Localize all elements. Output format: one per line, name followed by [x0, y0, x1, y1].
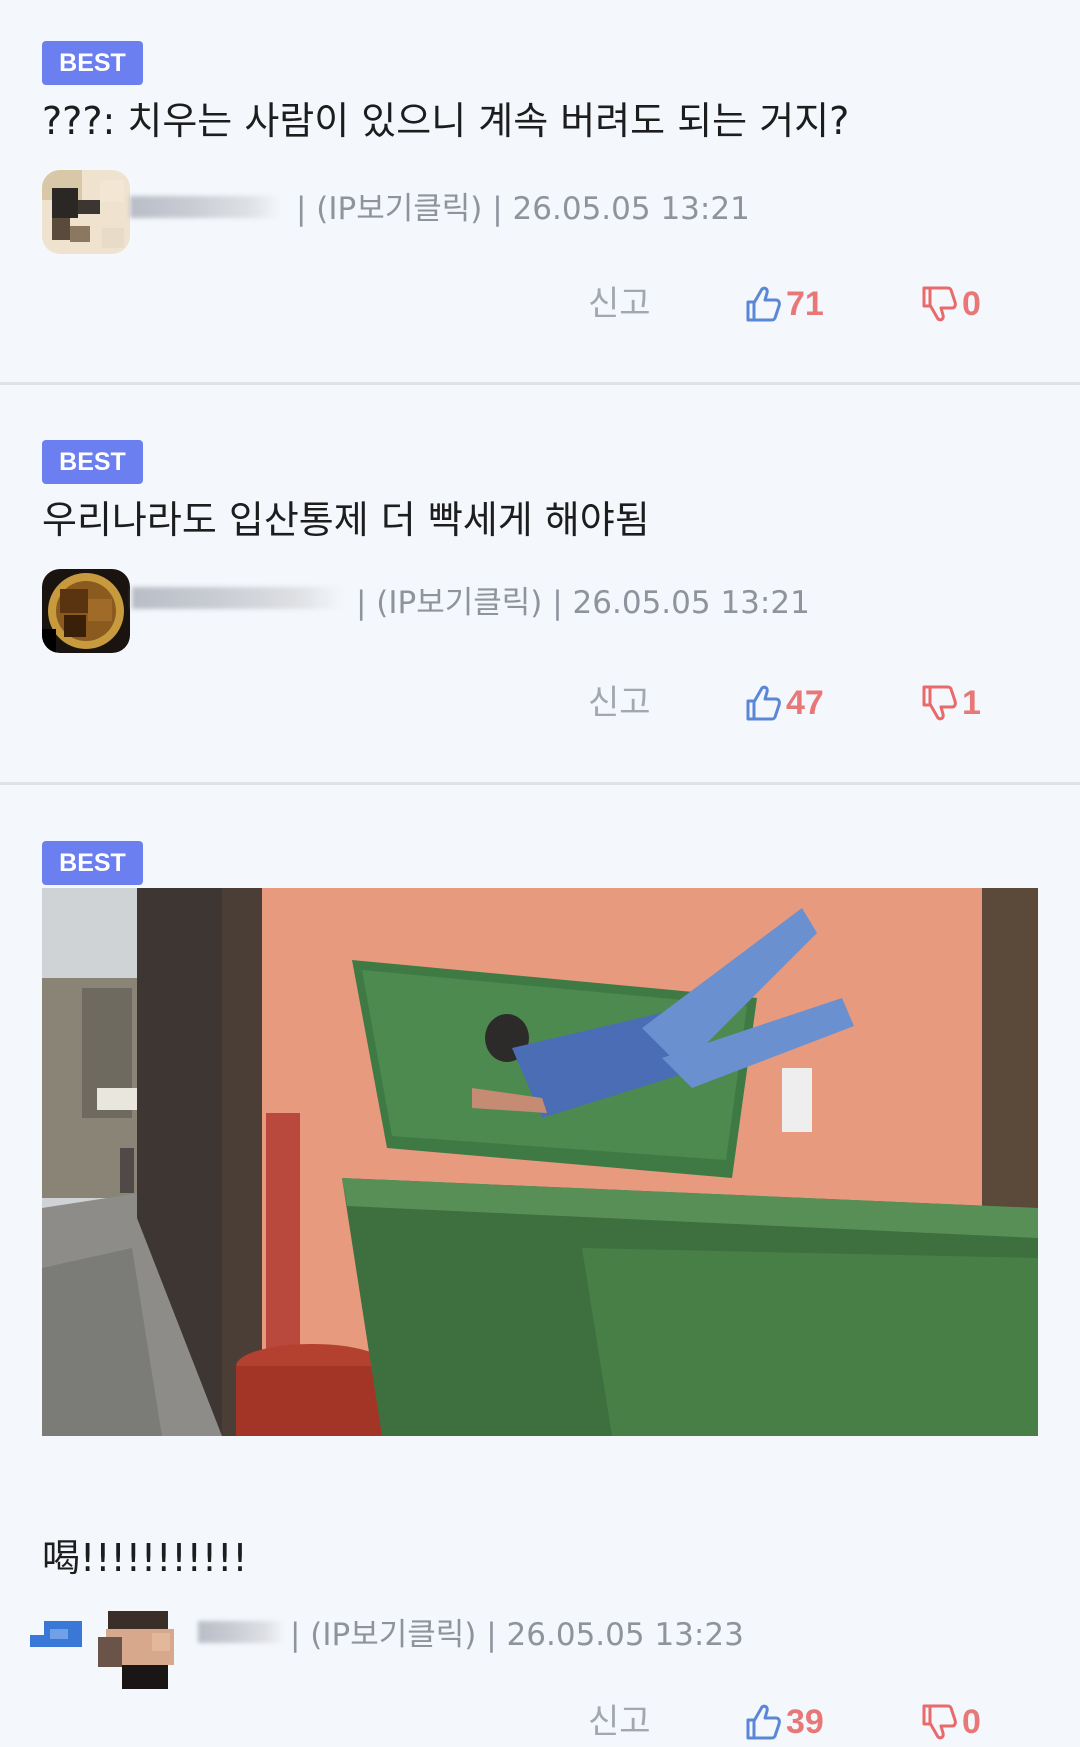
thumbs-down-icon	[922, 685, 957, 721]
comment-meta: | (IP보기클릭) | 26.05.05 13:21	[356, 585, 810, 621]
comment-text: 喝!!!!!!!!!!!	[42, 1536, 248, 1580]
like-button[interactable]: 39	[744, 1697, 824, 1747]
nickname-blurred[interactable]	[132, 587, 342, 609]
thumbs-down-icon	[922, 286, 957, 322]
nickname-blurred[interactable]	[130, 196, 280, 218]
best-badge: BEST	[42, 440, 143, 484]
report-button[interactable]: 신고	[588, 1697, 651, 1747]
thumbs-up-icon	[746, 685, 781, 721]
comment-text: ???: 치우는 사람이 있으니 계속 버려도 되는 거지?	[42, 99, 850, 143]
reply-arrow-icon	[30, 1621, 82, 1647]
dislike-button[interactable]: 0	[920, 279, 981, 329]
thumbs-down-icon	[922, 1704, 957, 1740]
comment-actions: 신고 39 0	[0, 1697, 1080, 1747]
comment-actions: 신고 71 0	[0, 279, 1080, 329]
like-count: 47	[786, 683, 824, 722]
like-count: 71	[786, 284, 824, 323]
report-button[interactable]: 신고	[588, 279, 651, 329]
comment-item: BEST 喝!!!!!!!!!!! | (IP보기클릭) | 26.05.05 …	[0, 785, 1080, 1742]
comment-meta: | (IP보기클릭) | 26.05.05 13:23	[290, 1617, 744, 1653]
avatar[interactable]	[98, 1605, 186, 1689]
comment-text: 우리나라도 입산통제 더 빡세게 해야됨	[42, 498, 650, 542]
comment-image[interactable]	[42, 888, 1038, 1436]
avatar[interactable]	[42, 170, 130, 254]
thumbs-up-icon	[746, 286, 781, 322]
avatar[interactable]	[42, 569, 130, 653]
best-badge: BEST	[42, 841, 143, 885]
dislike-count: 1	[962, 683, 981, 722]
dislike-button[interactable]: 1	[920, 678, 981, 728]
comment-item: BEST 우리나라도 입산통제 더 빡세게 해야됨 | (IP보기클릭) | 2…	[0, 385, 1080, 785]
comment-meta: | (IP보기클릭) | 26.05.05 13:21	[296, 191, 750, 227]
nickname-blurred[interactable]	[198, 1621, 284, 1643]
like-button[interactable]: 47	[744, 678, 824, 728]
dislike-count: 0	[962, 284, 981, 323]
best-badge: BEST	[42, 41, 143, 85]
like-button[interactable]: 71	[744, 279, 824, 329]
like-count: 39	[786, 1702, 824, 1741]
thumbs-up-icon	[746, 1704, 781, 1740]
dumpster-jump-image	[42, 888, 1038, 1436]
dislike-button[interactable]: 0	[920, 1697, 981, 1747]
report-button[interactable]: 신고	[588, 678, 651, 728]
comment-item: BEST ???: 치우는 사람이 있으니 계속 버려도 되는 거지? | (I…	[0, 0, 1080, 385]
comment-actions: 신고 47 1	[0, 678, 1080, 728]
dislike-count: 0	[962, 1702, 981, 1741]
